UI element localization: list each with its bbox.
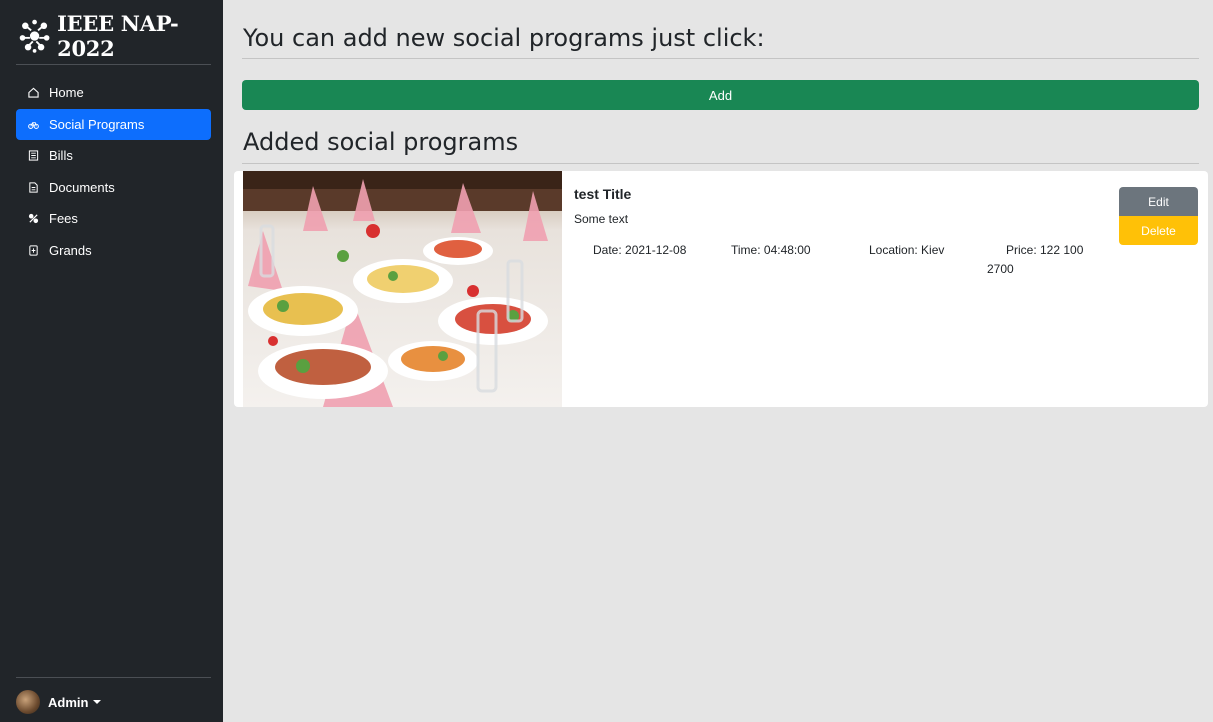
sidebar-item-social-programs[interactable]: Social Programs — [16, 108, 211, 140]
bicycle-icon — [28, 121, 39, 129]
sidebar-item-home[interactable]: Home — [16, 77, 211, 109]
sidebar-item-documents[interactable]: Documents — [16, 172, 211, 204]
sidebar-nav: Home Social Programs Bills Documents Fee… — [16, 77, 211, 266]
sidebar-item-label: Bills — [49, 148, 73, 164]
program-image — [243, 171, 562, 407]
program-price-cont: 2700 — [987, 262, 1014, 276]
sidebar-item-label: Fees — [49, 211, 78, 227]
brand-title: IEEE NAP-2022 — [57, 11, 179, 61]
sidebar: IEEE NAP-2022 Home Social Programs Bills… — [0, 0, 223, 722]
sidebar-item-grands[interactable]: Grands — [16, 235, 211, 267]
program-title: test Title — [574, 186, 632, 202]
program-description: Some text — [574, 212, 629, 226]
sidebar-item-fees[interactable]: Fees — [16, 203, 211, 235]
percent-icon — [28, 214, 39, 224]
ieee-logo-icon — [19, 19, 50, 53]
edit-button[interactable]: Edit — [1119, 187, 1198, 216]
sidebar-item-label: Documents — [49, 179, 115, 195]
document-icon — [29, 182, 38, 193]
banquet-photo — [243, 171, 562, 407]
brand[interactable]: IEEE NAP-2022 — [16, 11, 223, 61]
program-card: test Title Some text Date: 2021-12-08 Ti… — [234, 171, 1208, 407]
sidebar-item-label: Home — [49, 85, 84, 101]
program-date: Date: 2021-12-08 — [593, 243, 687, 257]
sidebar-item-bills[interactable]: Bills — [16, 140, 211, 172]
sidebar-item-label: Social Programs — [49, 116, 145, 132]
heading-divider — [242, 163, 1199, 164]
house-icon — [28, 87, 39, 98]
user-name: Admin — [48, 694, 89, 710]
receipt-icon — [28, 150, 39, 161]
add-button[interactable]: Add — [242, 80, 1199, 110]
delete-button[interactable]: Delete — [1119, 216, 1198, 245]
add-prompt-heading: You can add new social programs just cli… — [243, 24, 765, 52]
file-icon — [29, 245, 38, 256]
program-location: Location: Kiev — [869, 243, 945, 257]
sidebar-divider — [16, 64, 211, 65]
caret-down-icon — [93, 700, 102, 704]
sidebar-item-label: Grands — [49, 242, 92, 258]
program-time: Time: 04:48:00 — [731, 243, 811, 257]
program-price: Price: 122 100 — [1006, 243, 1084, 257]
added-programs-heading: Added social programs — [243, 128, 519, 156]
sidebar-divider — [16, 677, 211, 678]
avatar — [16, 690, 40, 714]
user-menu[interactable]: Admin — [16, 690, 102, 714]
heading-divider — [242, 58, 1199, 59]
